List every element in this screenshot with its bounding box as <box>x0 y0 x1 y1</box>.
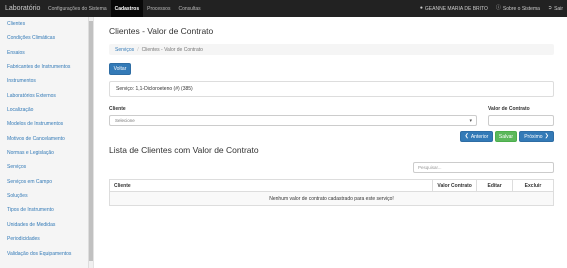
sidebar-item-unidades[interactable]: Unidades de Medidas <box>0 218 93 232</box>
save-button[interactable]: Salvar <box>495 131 517 142</box>
back-button[interactable]: Voltar <box>109 63 131 75</box>
user-name: GEANNE MARIA DE BRITO <box>424 5 488 12</box>
sidebar-item-motivos-cancelamento[interactable]: Motivos de Cancelamento <box>0 132 93 146</box>
contract-value-input[interactable] <box>488 115 554 126</box>
previous-button[interactable]: ❮ Anterior <box>460 131 493 142</box>
about-link[interactable]: ⓘ Sobre o Sistema <box>492 0 544 17</box>
client-select[interactable]: Selecione ▾ <box>109 115 477 126</box>
chevron-down-icon: ▾ <box>469 118 472 124</box>
sidebar-item-laboratorios-externos[interactable]: Laboratórios Externos <box>0 89 93 103</box>
chevron-left-icon: ❮ <box>464 133 469 139</box>
logout-label: Sair <box>554 5 563 12</box>
sidebar-item-ensaios[interactable]: Ensaios <box>0 46 93 60</box>
page-title: Clientes - Valor de Contrato <box>109 26 214 36</box>
logout-icon: ➲ <box>547 5 553 11</box>
breadcrumb-link-servicos[interactable]: Serviços <box>115 47 134 53</box>
menu-consultas[interactable]: Consultas <box>174 0 204 17</box>
menu-cadastros[interactable]: Cadastros <box>110 0 144 17</box>
breadcrumb-separator: / <box>137 46 139 53</box>
sidebar-item-instrumentos[interactable]: Instrumentos <box>0 74 93 88</box>
search-placeholder: Pesquisar... <box>418 165 442 170</box>
sidebar-item-clientes[interactable]: Clientes <box>0 17 93 31</box>
sidebar-item-tipos-instrumento[interactable]: Tipos de Instrumento <box>0 203 93 217</box>
client-select-value: Selecione <box>115 118 135 123</box>
breadcrumb-current: Clientes - Valor de Contrato <box>141 46 203 53</box>
sidebar-scrollbar-thumb[interactable] <box>89 21 93 261</box>
service-info-panel: Serviço: 1,1-Dicloroeteno (#) (385) <box>109 81 554 97</box>
user-menu[interactable]: ● GEANNE MARIA DE BRITO <box>416 0 492 17</box>
service-info-text: Serviço: 1,1-Dicloroeteno (#) (385) <box>116 86 193 92</box>
column-header-cliente[interactable]: Cliente <box>108 179 434 192</box>
sidebar-item-modelos[interactable]: Modelos de Instrumentos <box>0 117 93 131</box>
menu-configuracoes[interactable]: Configurações do Sistema <box>44 0 111 17</box>
sidebar-item-servicos-campo[interactable]: Serviços em Campo <box>0 175 93 189</box>
sidebar-item-servicos[interactable]: Serviços <box>0 160 93 174</box>
logout-link[interactable]: ➲ Sair <box>544 0 567 17</box>
next-button[interactable]: Próximo ❯ <box>519 131 554 142</box>
sidebar-item-condicoes-climaticas[interactable]: Condições Climáticas <box>0 31 93 45</box>
info-icon: ⓘ <box>495 5 501 11</box>
sidebar-menu: Clientes Condições Climáticas Ensaios Fa… <box>0 17 93 261</box>
sidebar: Clientes Condições Climáticas Ensaios Fa… <box>0 17 94 268</box>
sidebar-item-normas[interactable]: Normas e Legislação <box>0 146 93 160</box>
empty-table-message: Nenhum valor de contrato cadastrado para… <box>109 191 554 206</box>
search-input[interactable]: Pesquisar... <box>413 162 554 173</box>
breadcrumb: Serviços / Clientes - Valor de Contrato <box>109 44 554 55</box>
user-icon: ● <box>419 5 423 11</box>
sidebar-item-periodicidades[interactable]: Periodicidades <box>0 232 93 246</box>
column-header-excluir: Excluir <box>512 179 554 192</box>
navbar-right: ● GEANNE MARIA DE BRITO ⓘ Sobre o Sistem… <box>416 0 567 17</box>
contracts-table: Cliente Valor Contrato Editar Excluir Ne… <box>108 179 554 206</box>
table-row: Nenhum valor de contrato cadastrado para… <box>109 191 554 206</box>
next-label: Próximo <box>524 133 543 140</box>
sidebar-item-fabricantes[interactable]: Fabricantes de Instrumentos <box>0 60 93 74</box>
list-title: Lista de Clientes com Valor de Contrato <box>109 145 259 155</box>
sidebar-item-validacao[interactable]: Validação dos Equipamentos <box>0 247 93 261</box>
table-header-row: Cliente Valor Contrato Editar Excluir <box>108 179 554 192</box>
client-label: Cliente <box>109 106 126 112</box>
column-header-valor-contrato[interactable]: Valor Contrato <box>432 179 478 192</box>
top-navbar: Laboratório Configurações do Sistema Cad… <box>0 0 567 17</box>
previous-label: Anterior <box>470 133 489 140</box>
sidebar-item-localizacao[interactable]: Localização <box>0 103 93 117</box>
about-label: Sobre o Sistema <box>502 5 540 12</box>
menu-processos[interactable]: Processos <box>143 0 174 17</box>
chevron-right-icon: ❯ <box>544 133 549 139</box>
column-header-editar: Editar <box>476 179 514 192</box>
sidebar-scrollbar[interactable] <box>88 17 93 268</box>
brand-logo[interactable]: Laboratório <box>0 5 44 12</box>
contract-value-label: Valor de Contrato <box>488 106 530 112</box>
sidebar-item-solucoes[interactable]: Soluções <box>0 189 93 203</box>
